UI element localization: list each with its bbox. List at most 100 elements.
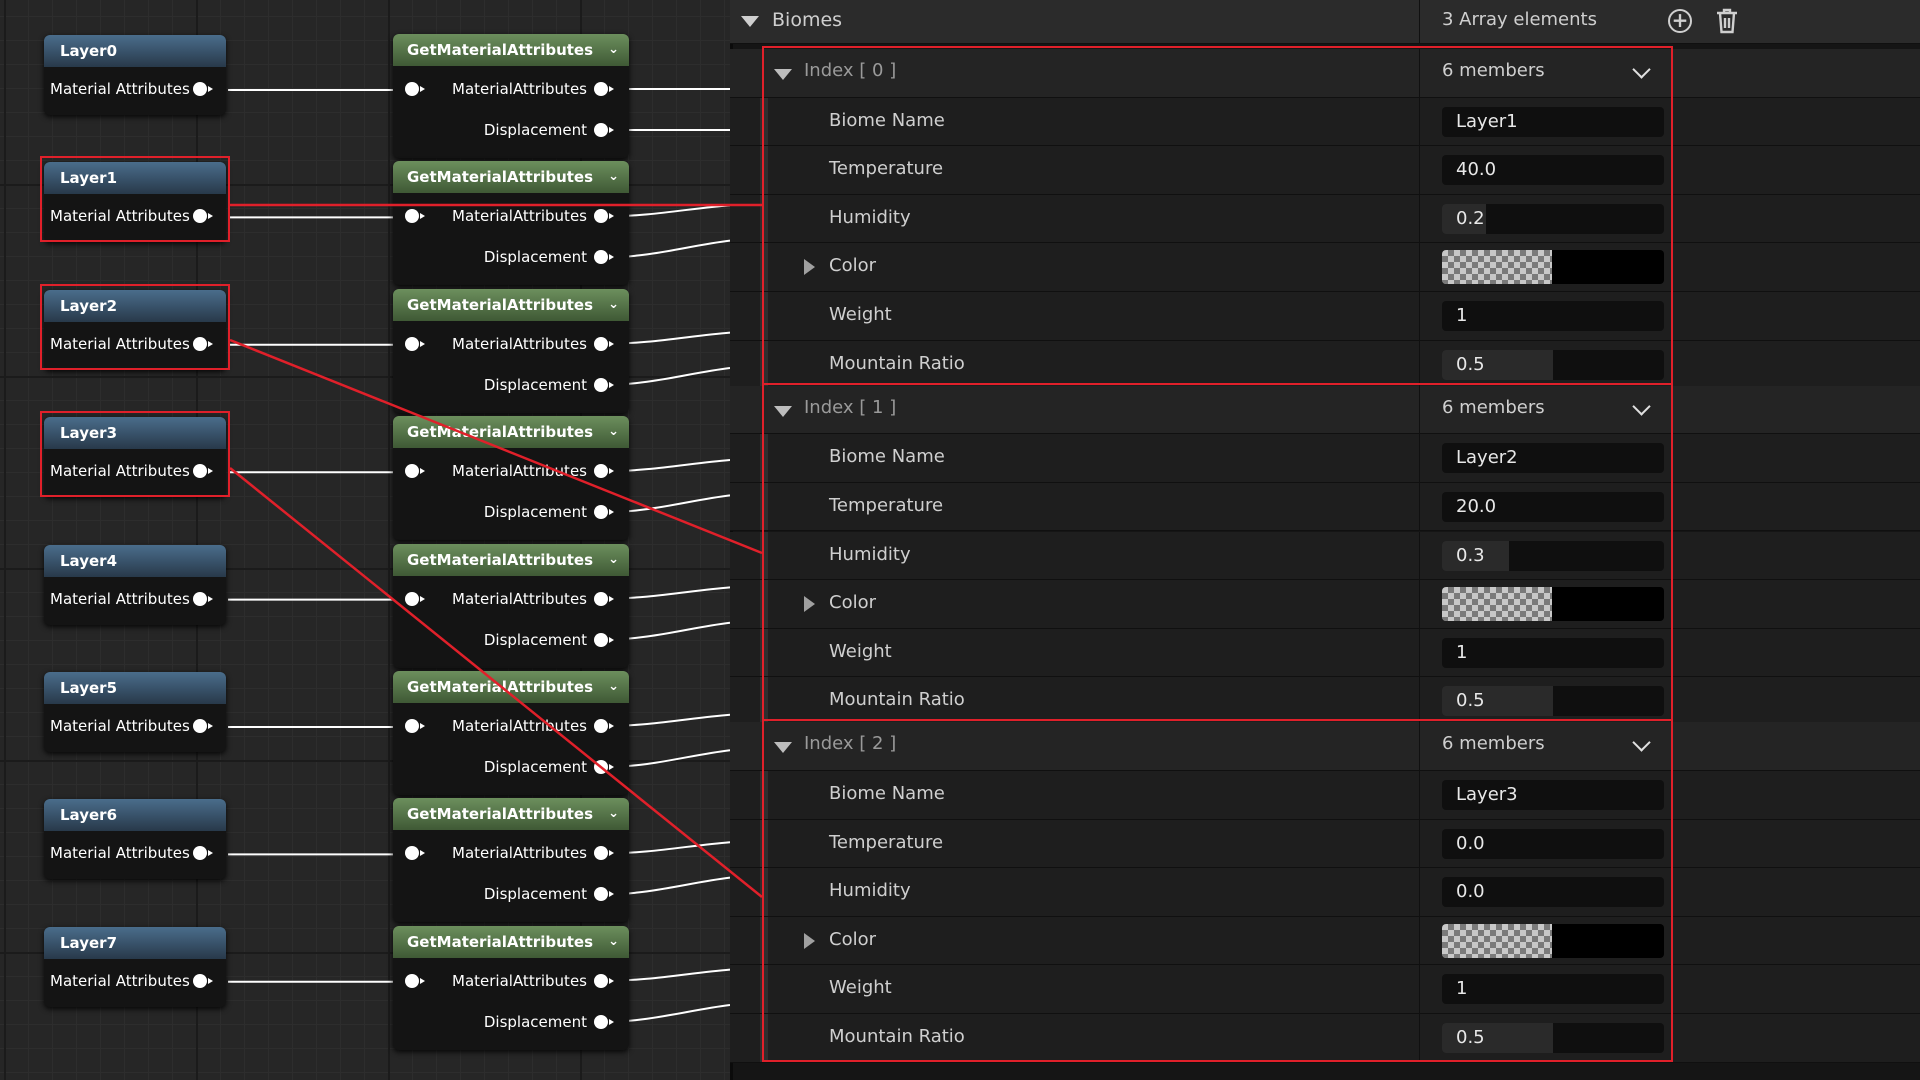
output-pin[interactable] bbox=[594, 1014, 614, 1029]
output-pin[interactable] bbox=[193, 464, 213, 479]
output-pin[interactable] bbox=[594, 209, 614, 224]
output-pin[interactable] bbox=[193, 82, 213, 96]
property-row-mountain-ratio[interactable]: Mountain Ratio 0.5 bbox=[730, 1014, 1920, 1063]
output-pin[interactable] bbox=[594, 250, 614, 265]
property-row-weight[interactable]: Weight 1 bbox=[730, 628, 1920, 678]
temperature-field[interactable]: 20.0 bbox=[1442, 491, 1664, 522]
get-material-attributes-node[interactable]: GetMaterialAttributes ⌄ MaterialAttributes… bbox=[393, 416, 629, 541]
get-material-attributes-node[interactable]: GetMaterialAttributes ⌄ MaterialAttributes… bbox=[393, 925, 629, 1050]
input-pin[interactable] bbox=[405, 464, 425, 479]
property-row-color[interactable]: Color bbox=[730, 243, 1920, 292]
biome-name-field[interactable]: Layer3 bbox=[1442, 780, 1664, 810]
input-pin[interactable] bbox=[405, 82, 425, 96]
layer-node[interactable]: Layer2 Material Attributes bbox=[44, 289, 226, 370]
chevron-down-icon[interactable]: ⌄ bbox=[608, 161, 619, 193]
weight-field[interactable]: 1 bbox=[1442, 301, 1664, 331]
layer-node[interactable]: Layer1 Material Attributes bbox=[44, 162, 226, 243]
property-row-mountain-ratio[interactable]: Mountain Ratio 0.5 bbox=[730, 677, 1920, 726]
input-pin[interactable] bbox=[405, 336, 425, 351]
biome-name-field[interactable]: Layer2 bbox=[1442, 443, 1664, 474]
output-pin[interactable] bbox=[594, 887, 614, 902]
property-row-temperature[interactable]: Temperature 20.0 bbox=[730, 482, 1920, 532]
output-pin[interactable] bbox=[594, 719, 614, 733]
output-pin[interactable] bbox=[594, 505, 614, 520]
layer-node[interactable]: Layer3 Material Attributes bbox=[44, 417, 226, 498]
color-swatch[interactable] bbox=[1442, 587, 1664, 622]
output-pin[interactable] bbox=[193, 719, 213, 733]
get-material-attributes-node[interactable]: GetMaterialAttributes ⌄ MaterialAttributes… bbox=[393, 671, 629, 795]
get-material-attributes-node[interactable]: GetMaterialAttributes ⌄ MaterialAttributes… bbox=[393, 161, 629, 286]
mountain-ratio-field[interactable]: 0.5 bbox=[1442, 686, 1664, 717]
element-expand-arrow[interactable] bbox=[774, 405, 792, 417]
element-expand-arrow[interactable] bbox=[774, 69, 792, 80]
property-row-weight[interactable]: Weight 1 bbox=[730, 292, 1920, 341]
color-expand-arrow[interactable] bbox=[804, 932, 815, 949]
chevron-down-icon[interactable]: ⌄ bbox=[608, 926, 619, 958]
output-pin[interactable] bbox=[594, 82, 614, 96]
humidity-field[interactable]: 0.2 bbox=[1442, 203, 1664, 234]
chevron-down-icon[interactable]: ⌄ bbox=[608, 671, 619, 703]
output-pin[interactable] bbox=[594, 973, 614, 988]
array-element-header[interactable]: Index [ 1 ] 6 members bbox=[730, 385, 1920, 435]
output-pin[interactable] bbox=[193, 591, 213, 606]
property-row-temperature[interactable]: Temperature 0.0 bbox=[730, 819, 1920, 869]
property-row-temperature[interactable]: Temperature 40.0 bbox=[730, 146, 1920, 195]
humidity-field[interactable]: 0.0 bbox=[1442, 877, 1664, 908]
trash-icon[interactable] bbox=[1715, 8, 1739, 34]
property-row-biome-name[interactable]: Biome Name Layer3 bbox=[730, 771, 1920, 820]
layer-node[interactable]: Layer6 Material Attributes bbox=[44, 799, 226, 880]
color-expand-arrow[interactable] bbox=[804, 259, 815, 276]
output-pin[interactable] bbox=[594, 123, 614, 137]
input-pin[interactable] bbox=[405, 973, 425, 988]
array-element-header[interactable]: Index [ 0 ] 6 members bbox=[730, 49, 1920, 98]
color-expand-arrow[interactable] bbox=[804, 596, 815, 613]
output-pin[interactable] bbox=[594, 464, 614, 479]
chevron-down-icon[interactable]: ⌄ bbox=[608, 798, 619, 830]
layer-node[interactable]: Layer4 Material Attributes bbox=[44, 544, 226, 625]
property-row-biome-name[interactable]: Biome Name Layer2 bbox=[730, 434, 1920, 483]
input-pin[interactable] bbox=[405, 719, 425, 733]
property-row-color[interactable]: Color bbox=[730, 580, 1920, 629]
chevron-down-icon[interactable]: ⌄ bbox=[608, 289, 619, 321]
weight-field[interactable]: 1 bbox=[1442, 637, 1664, 668]
array-element-header[interactable]: Index [ 2 ] 6 members bbox=[730, 722, 1920, 771]
material-graph-canvas[interactable]: Layer0 Material Attributes Layer1 Material … bbox=[0, 0, 730, 1080]
biomes-array-header[interactable]: Biomes 3 Array elements + bbox=[730, 0, 1920, 44]
output-pin[interactable] bbox=[594, 377, 614, 392]
biomes-expand-arrow[interactable] bbox=[741, 16, 759, 27]
element-expand-arrow[interactable] bbox=[774, 742, 792, 754]
get-material-attributes-node[interactable]: GetMaterialAttributes ⌄ MaterialAttributes… bbox=[393, 34, 629, 158]
output-pin[interactable] bbox=[193, 336, 213, 351]
get-material-attributes-node[interactable]: GetMaterialAttributes ⌄ MaterialAttributes… bbox=[393, 543, 629, 668]
property-row-humidity[interactable]: Humidity 0.3 bbox=[730, 531, 1920, 581]
property-row-biome-name[interactable]: Biome Name Layer1 bbox=[730, 97, 1920, 147]
chevron-down-icon[interactable]: ⌄ bbox=[608, 416, 619, 448]
chevron-down-icon[interactable]: ⌄ bbox=[608, 34, 619, 66]
biome-name-field[interactable]: Layer1 bbox=[1442, 106, 1664, 137]
input-pin[interactable] bbox=[405, 209, 425, 224]
output-pin[interactable] bbox=[594, 591, 614, 606]
property-row-humidity[interactable]: Humidity 0.2 bbox=[730, 194, 1920, 244]
get-material-attributes-node[interactable]: GetMaterialAttributes ⌄ MaterialAttributes… bbox=[393, 798, 629, 923]
property-row-color[interactable]: Color bbox=[730, 916, 1920, 966]
output-pin[interactable] bbox=[193, 973, 213, 988]
input-pin[interactable] bbox=[405, 846, 425, 861]
plus-circle-icon[interactable]: + bbox=[1668, 9, 1692, 33]
output-pin[interactable] bbox=[594, 336, 614, 351]
layer-node[interactable]: Layer0 Material Attributes bbox=[44, 35, 226, 115]
output-pin[interactable] bbox=[594, 760, 614, 774]
layer-node[interactable]: Layer5 Material Attributes bbox=[44, 672, 226, 752]
mountain-ratio-field[interactable]: 0.5 bbox=[1442, 1023, 1664, 1053]
mountain-ratio-field[interactable]: 0.5 bbox=[1442, 349, 1664, 380]
weight-field[interactable]: 1 bbox=[1442, 974, 1664, 1005]
property-row-weight[interactable]: Weight 1 bbox=[730, 965, 1920, 1014]
output-pin[interactable] bbox=[594, 632, 614, 647]
chevron-down-icon[interactable]: ⌄ bbox=[608, 544, 619, 576]
color-swatch[interactable] bbox=[1442, 923, 1664, 958]
output-pin[interactable] bbox=[193, 209, 213, 224]
output-pin[interactable] bbox=[193, 846, 213, 861]
color-swatch[interactable] bbox=[1442, 250, 1664, 285]
input-pin[interactable] bbox=[405, 591, 425, 606]
get-material-attributes-node[interactable]: GetMaterialAttributes ⌄ MaterialAttributes… bbox=[393, 288, 629, 413]
temperature-field[interactable]: 0.0 bbox=[1442, 828, 1664, 859]
